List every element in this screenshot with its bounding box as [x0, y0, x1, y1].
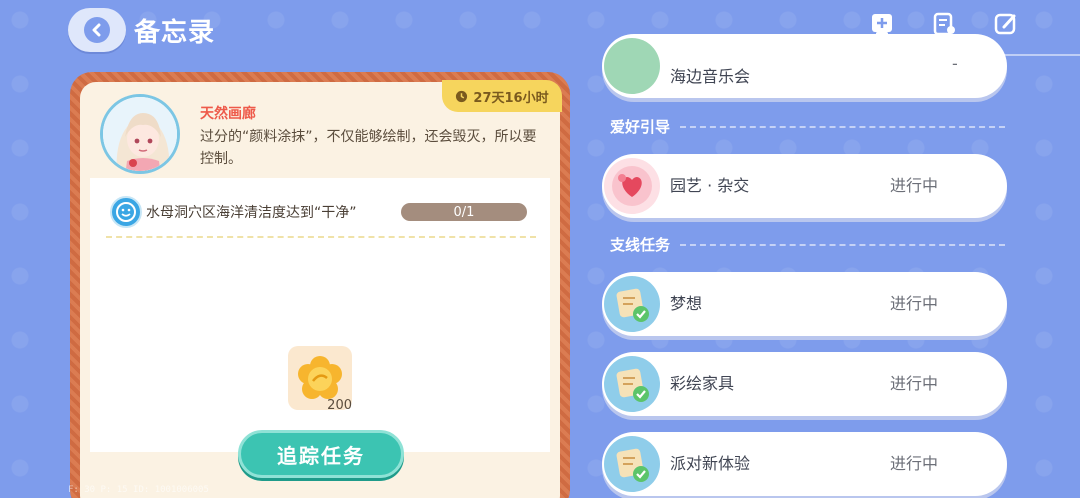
- note-check-icon: [604, 276, 660, 332]
- section-side-quests: 支线任务: [610, 234, 1005, 255]
- quest-item-name: 彩绘家具: [670, 374, 735, 393]
- quest-item[interactable]: 梦想 进行中: [602, 272, 1007, 336]
- quest-item-status: 进行中: [890, 454, 939, 473]
- quest-item-status: 进行中: [890, 176, 939, 195]
- back-button[interactable]: [68, 8, 126, 52]
- chevron-left-icon: [84, 17, 110, 43]
- section-divider: [680, 243, 1005, 246]
- quest-item[interactable]: 彩绘家具 进行中: [602, 352, 1007, 416]
- note-edit-tab-icon[interactable]: [992, 10, 1020, 38]
- task-description: 水母洞穴区海洋清洁度达到“干净”: [146, 205, 357, 221]
- music-note-icon: [604, 38, 660, 94]
- task-progress: 0/1: [401, 203, 527, 221]
- clock-icon: [456, 90, 468, 102]
- npc-name: 天然画廊: [200, 106, 256, 122]
- npc-avatar: [100, 94, 180, 174]
- note-check-icon: [604, 356, 660, 412]
- quest-item-name: 海边音乐会: [670, 67, 751, 86]
- quest-item-status: -: [952, 54, 958, 73]
- track-quest-button[interactable]: 追踪任务: [238, 430, 404, 478]
- note-check-icon: [604, 436, 660, 492]
- quest-description: 过分的“颜料涂抹”，不仅能够绘制，还会毁灭，所以要控制。: [200, 129, 537, 167]
- coin-flower-icon: [298, 356, 342, 399]
- section-divider: [680, 125, 1005, 128]
- quest-item[interactable]: 园艺 · 杂交 进行中: [602, 154, 1007, 218]
- section-hobby-guide: 爱好引导: [610, 116, 1005, 137]
- reward-count: 200: [327, 398, 352, 413]
- quest-item-name: 梦想: [670, 294, 703, 313]
- quest-item-status: 进行中: [890, 294, 939, 313]
- quest-item[interactable]: 派对新体验 进行中: [602, 432, 1007, 496]
- quest-item-name: 派对新体验: [670, 454, 751, 473]
- section-title: 支线任务: [610, 236, 671, 254]
- quest-item-partial[interactable]: 海边音乐会 -: [602, 34, 1007, 98]
- page-title: 备忘录: [134, 18, 216, 48]
- quest-timer: 27天16小时: [442, 80, 562, 112]
- debug-info: F: 30 P: 15 ID: 1001006005: [68, 485, 209, 495]
- timer-text: 27天16小时: [473, 90, 549, 106]
- quest-item-name: 园艺 · 杂交: [670, 176, 750, 195]
- smiley-icon: [110, 196, 142, 228]
- heart-flower-icon: [604, 158, 660, 214]
- section-title: 爱好引导: [610, 118, 671, 136]
- quest-item-status: 进行中: [890, 374, 939, 393]
- divider: [106, 236, 536, 238]
